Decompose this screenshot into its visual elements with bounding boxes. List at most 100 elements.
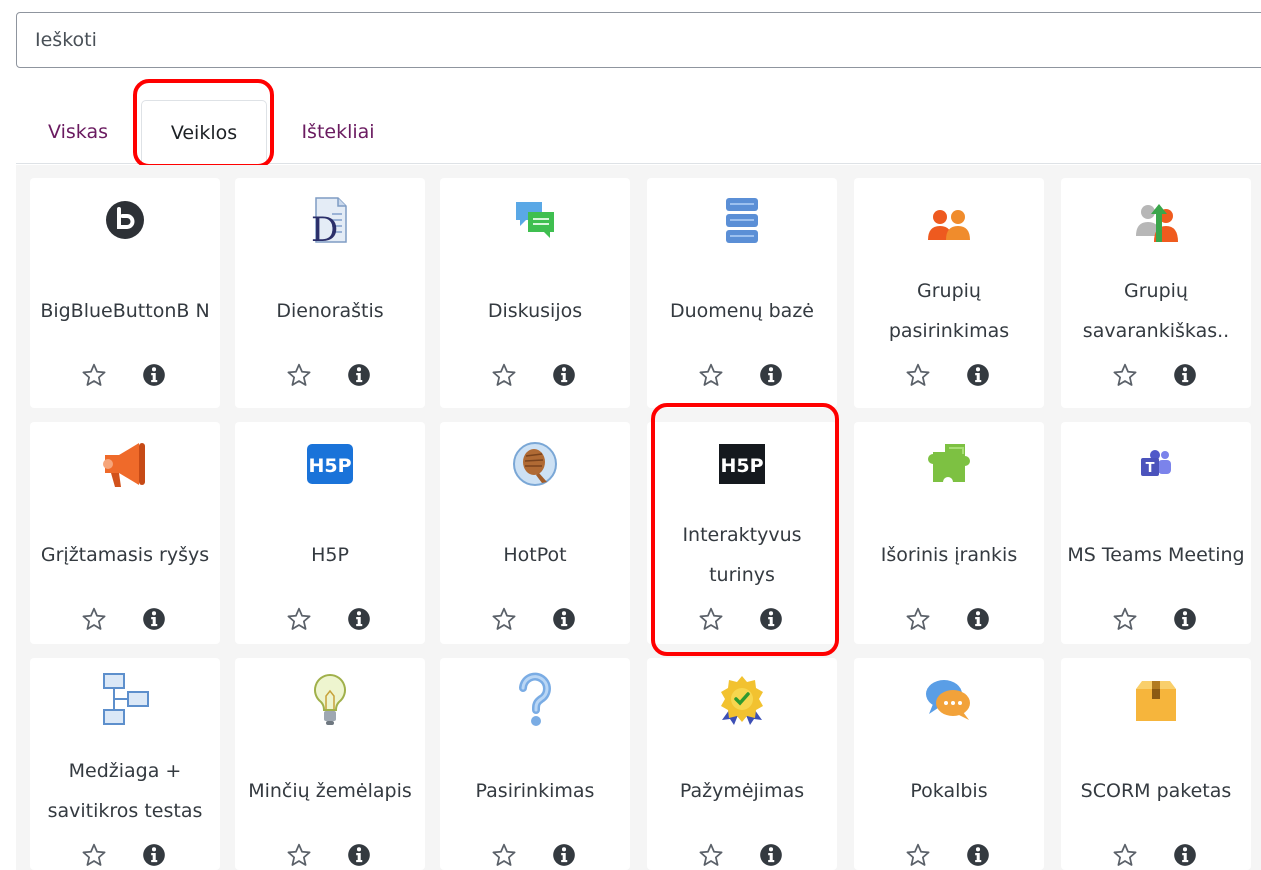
info-icon[interactable] [141, 842, 167, 868]
info-icon[interactable] [551, 362, 577, 388]
star-icon[interactable] [491, 842, 517, 868]
activity-name: H5P [311, 544, 349, 566]
search-box[interactable] [16, 12, 1261, 68]
tab-bar: Viskas Veiklos Ištekliai [0, 100, 1261, 164]
activity-name: Medžiaga + savitikros testas [47, 760, 203, 822]
info-icon[interactable] [551, 842, 577, 868]
svg-text:H5P: H5P [308, 455, 351, 477]
info-icon[interactable] [346, 606, 372, 632]
activity-card-scorm[interactable]: SCORM paketas [1061, 658, 1251, 870]
activity-name: Grįžtamasis ryšys [40, 544, 210, 566]
info-icon[interactable] [551, 606, 577, 632]
activity-name: Pasirinkimas [475, 780, 595, 802]
star-icon[interactable] [1112, 842, 1138, 868]
journal-icon: D [302, 192, 358, 248]
activity-name: BigBlueButtonB N [40, 300, 210, 322]
hotpot-icon [507, 436, 563, 492]
info-icon[interactable] [1172, 362, 1198, 388]
info-icon[interactable] [758, 362, 784, 388]
activity-card-hotpot[interactable]: HotPot [440, 422, 630, 644]
svg-text:H5P: H5P [720, 455, 763, 477]
tab-all[interactable]: Viskas [30, 100, 126, 164]
star-icon[interactable] [698, 362, 724, 388]
star-icon[interactable] [1112, 362, 1138, 388]
star-icon[interactable] [491, 606, 517, 632]
star-icon[interactable] [81, 362, 107, 388]
group-selfselect-icon [1128, 192, 1184, 248]
puzzle-icon [921, 436, 977, 492]
search-input[interactable] [17, 13, 1261, 67]
activity-card-database[interactable]: Duomenų bazė [647, 178, 837, 408]
activity-name: Pažymėjimas [679, 780, 805, 802]
h5p-icon: H5P [302, 436, 358, 492]
forum-icon [507, 192, 563, 248]
question-icon [507, 672, 563, 728]
activity-card-group-selfselect[interactable]: Grupių savarankiškas.. [1061, 178, 1251, 408]
info-icon[interactable] [346, 842, 372, 868]
info-icon[interactable] [1172, 606, 1198, 632]
certificate-icon [714, 672, 770, 728]
group-choice-icon [921, 192, 977, 248]
flowchart-icon [97, 672, 153, 728]
activity-card-choice[interactable]: Pasirinkimas [440, 658, 630, 870]
activity-card-material-test[interactable]: Medžiaga + savitikros testas [30, 658, 220, 870]
tab-resources[interactable]: Ištekliai [282, 100, 394, 164]
activity-card-certificate[interactable]: Pažymėjimas [647, 658, 837, 870]
teams-icon: T [1128, 436, 1184, 492]
activity-card-interactive-content[interactable]: H5P Interaktyvus turinys [647, 422, 837, 644]
activity-card-bigbluebutton[interactable]: BigBlueButtonB N [30, 178, 220, 408]
star-icon[interactable] [286, 842, 312, 868]
info-icon[interactable] [965, 842, 991, 868]
activity-name: Grupių savarankiškas.. [1082, 280, 1230, 342]
info-icon[interactable] [758, 842, 784, 868]
star-icon[interactable] [905, 362, 931, 388]
activity-name: Pokalbis [910, 780, 988, 802]
activity-card-forum[interactable]: Diskusijos [440, 178, 630, 408]
info-icon[interactable] [965, 606, 991, 632]
activity-name: Dienoraštis [276, 300, 384, 322]
info-icon[interactable] [1172, 842, 1198, 868]
star-icon[interactable] [698, 842, 724, 868]
star-icon[interactable] [286, 362, 312, 388]
star-icon[interactable] [905, 842, 931, 868]
activity-name: Interaktyvus turinys [682, 524, 802, 586]
activity-card-external-tool[interactable]: Išorinis įrankis [854, 422, 1044, 644]
info-icon[interactable] [758, 606, 784, 632]
tab-activities[interactable]: Veiklos [141, 100, 267, 164]
activity-name: Diskusijos [487, 300, 583, 322]
package-icon [1128, 672, 1184, 728]
star-icon[interactable] [491, 362, 517, 388]
activity-name: Grupių pasirinkimas [888, 280, 1010, 342]
h5p-dark-icon: H5P [714, 436, 770, 492]
star-icon[interactable] [81, 842, 107, 868]
activity-card-journal[interactable]: D Dienoraštis [235, 178, 425, 408]
star-icon[interactable] [905, 606, 931, 632]
activity-name: Minčių žemėlapis [248, 780, 412, 802]
info-icon[interactable] [346, 362, 372, 388]
lightbulb-icon [302, 672, 358, 728]
activity-name: Duomenų bazė [670, 300, 814, 322]
info-icon[interactable] [141, 362, 167, 388]
activity-name: Išorinis įrankis [880, 544, 1018, 566]
activity-card-ms-teams[interactable]: T MS Teams Meeting [1061, 422, 1251, 644]
activity-card-group-choice[interactable]: Grupių pasirinkimas [854, 178, 1044, 408]
database-icon [714, 192, 770, 248]
activity-name: HotPot [503, 544, 567, 566]
star-icon[interactable] [1112, 606, 1138, 632]
bigbluebutton-icon [97, 192, 153, 248]
activity-card-chat[interactable]: Pokalbis [854, 658, 1044, 870]
activity-card-h5p[interactable]: H5P H5P [235, 422, 425, 644]
star-icon[interactable] [81, 606, 107, 632]
activity-card-feedback[interactable]: Grįžtamasis ryšys [30, 422, 220, 644]
info-icon[interactable] [965, 362, 991, 388]
activity-card-mindmap[interactable]: Minčių žemėlapis [235, 658, 425, 870]
star-icon[interactable] [286, 606, 312, 632]
svg-text:T: T [1146, 461, 1155, 476]
star-icon[interactable] [698, 606, 724, 632]
megaphone-icon [97, 436, 153, 492]
activity-name: MS Teams Meeting [1067, 544, 1245, 566]
info-icon[interactable] [141, 606, 167, 632]
chat-icon [921, 672, 977, 728]
svg-text:D: D [311, 210, 338, 244]
activity-name: SCORM paketas [1080, 780, 1232, 802]
